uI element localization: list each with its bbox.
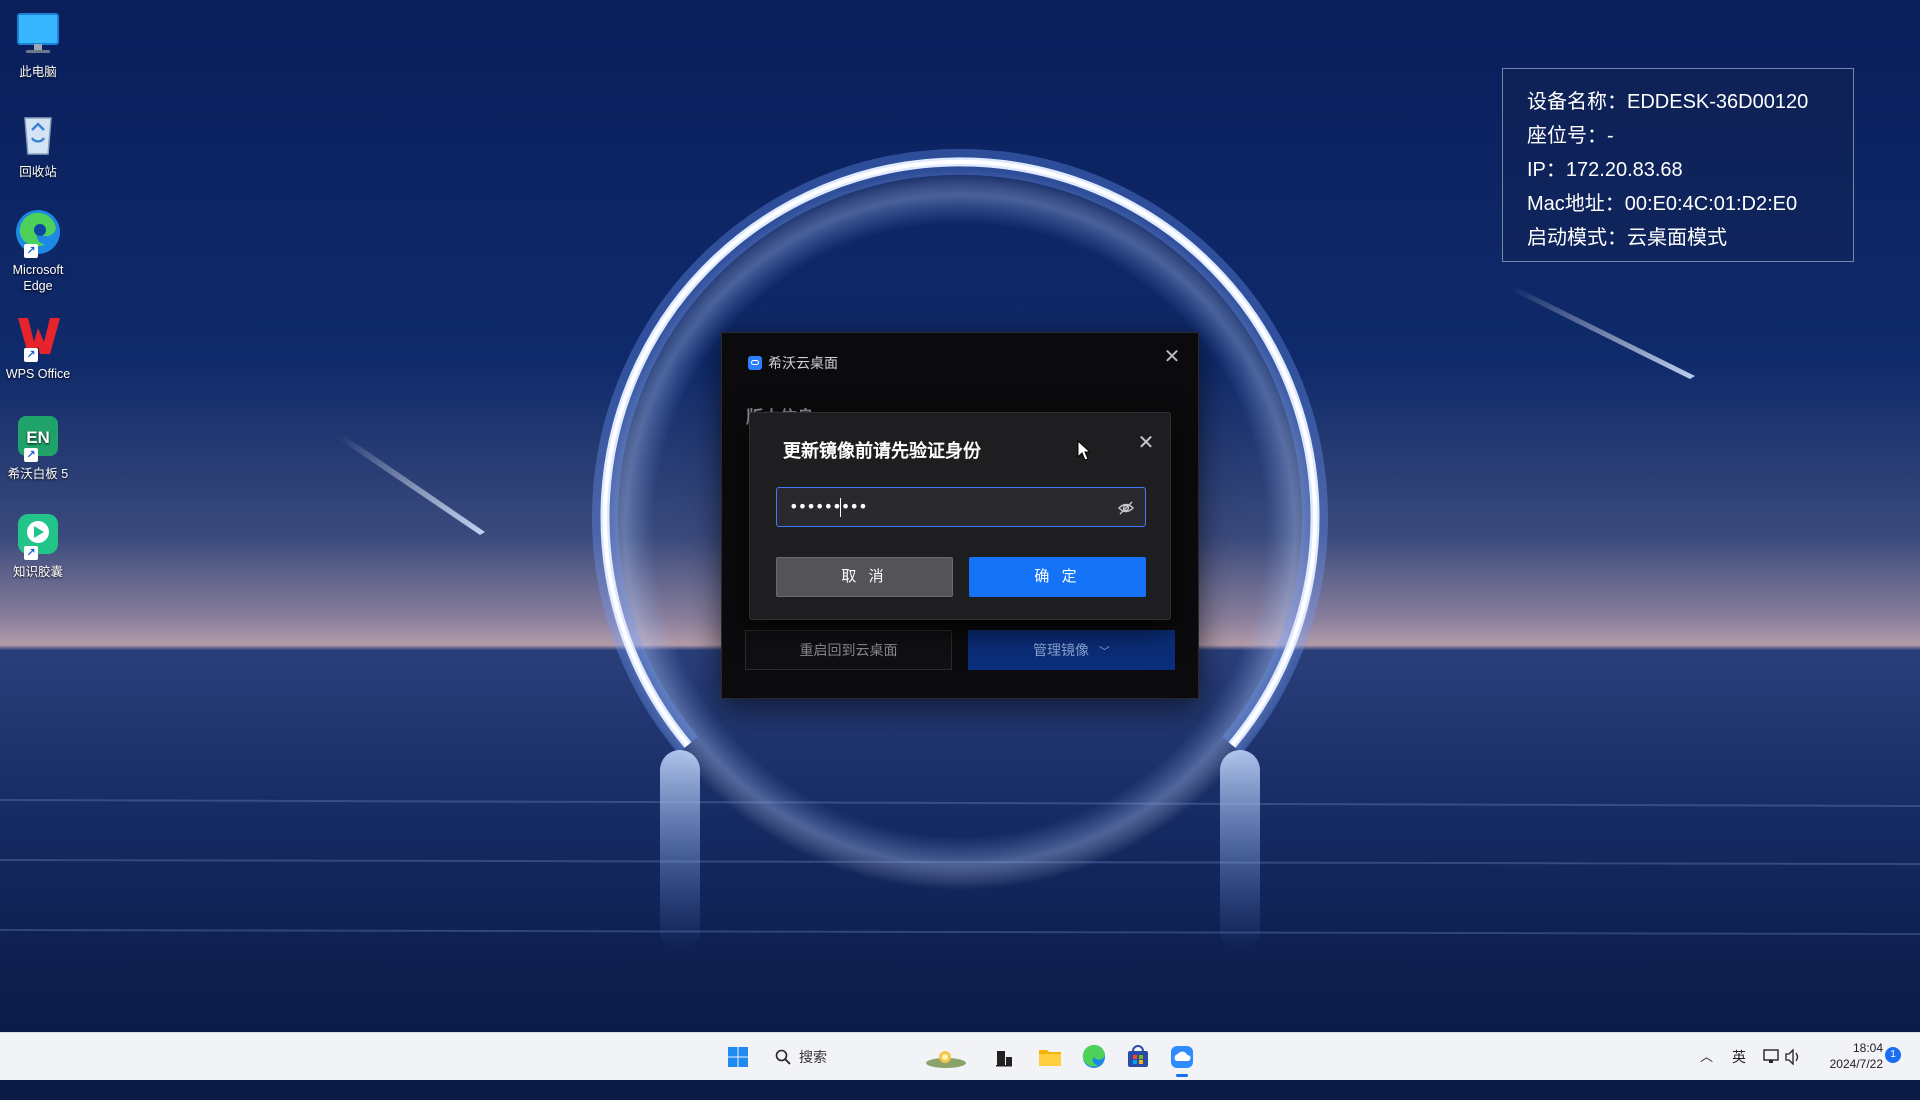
active-indicator: [1176, 1074, 1188, 1077]
window-title-text: 希沃云桌面: [768, 355, 838, 371]
auth-dialog: 更新镜像前请先验证身份 ✕ ••••••••• 取 消 确 定: [749, 412, 1171, 620]
window-close-button[interactable]: ✕: [1160, 345, 1184, 369]
taskbar: 搜索 ︿ 英 18:04 2024/7/22 1: [0, 1032, 1920, 1080]
shortcut-arrow-icon: ↗: [24, 244, 38, 258]
seat-number-text: 座位号：-: [1527, 125, 1614, 147]
taskbar-clock[interactable]: 18:04 2024/7/22: [1815, 1040, 1883, 1072]
recycle-bin-icon: [12, 108, 64, 160]
cloud-desktop-icon: [1171, 1046, 1193, 1068]
device-name-text: 设备名称：EDDESK-36D00120: [1527, 91, 1809, 113]
desktop-icon-label: 希沃白板 5: [7, 467, 69, 481]
taskbar-seewo-cloud-desktop[interactable]: [1164, 1039, 1200, 1077]
desktop-icon-label: 回收站: [19, 165, 57, 179]
desktop-icon-this-pc[interactable]: 此电脑: [0, 8, 76, 80]
chevron-down-icon: ﹀: [1098, 646, 1110, 658]
shortcut-arrow-icon: ↗: [24, 448, 38, 462]
en-badge-text: EN: [26, 428, 50, 447]
folder-icon: [1039, 1050, 1061, 1066]
network-volume-icons: [1763, 1048, 1799, 1066]
taskbar-store[interactable]: [1120, 1039, 1156, 1075]
search-highlight-icon: [926, 1051, 966, 1068]
dialog-title: 更新镜像前请先验证身份: [783, 441, 981, 461]
seewo-whiteboard-icon: EN ↗: [12, 410, 64, 462]
dialog-close-button[interactable]: ✕: [1134, 431, 1158, 455]
windows-logo-icon: [728, 1047, 748, 1067]
taskbar-search[interactable]: 搜索: [765, 1040, 975, 1074]
manage-image-button[interactable]: 管理镜像 ﹀: [968, 630, 1175, 670]
desktop-icon-seewo-whiteboard[interactable]: EN ↗ 希沃白板 5: [0, 410, 76, 482]
app-logo-icon: [748, 356, 762, 370]
network-icon: [1763, 1049, 1779, 1061]
ip-address-text: IP：172.20.83.68: [1527, 159, 1683, 181]
desktop-icon-recycle-bin[interactable]: 回收站: [0, 108, 76, 180]
eye-slash-icon[interactable]: [1117, 499, 1135, 517]
shortcut-arrow-icon: ↗: [24, 348, 38, 362]
desktop-icon-label: Microsoft Edge: [12, 263, 64, 293]
desktop-icon-wps[interactable]: ↗ WPS Office: [0, 310, 76, 382]
desktop-icon-edge[interactable]: ↗ Microsoft Edge: [0, 206, 76, 294]
knowledge-capsule-icon: ↗: [12, 508, 64, 560]
chevron-up-icon: ︿: [1700, 1049, 1714, 1064]
clock-time: 18:04: [1852, 1041, 1883, 1055]
notification-badge[interactable]: 1: [1885, 1047, 1901, 1063]
task-view-icon: [996, 1051, 1012, 1067]
desktop-icon-knowledge-capsule[interactable]: ↗ 知识胶囊: [0, 508, 76, 580]
volume-icon: [1785, 1048, 1794, 1066]
show-hidden-icons-button[interactable]: ︿: [1700, 1033, 1713, 1081]
ime-indicator[interactable]: 英: [1732, 1033, 1746, 1081]
network-volume-group[interactable]: [1762, 1033, 1804, 1081]
store-icon: [1128, 1045, 1148, 1067]
clock-date: 2024/7/22: [1829, 1057, 1883, 1071]
password-value: •••••••••: [789, 497, 868, 516]
start-button[interactable]: [720, 1039, 756, 1075]
password-input[interactable]: •••••••••: [776, 487, 1146, 527]
desktop-icon-label: 知识胶囊: [12, 565, 63, 579]
device-info-panel: 设备名称：EDDESK-36D00120 座位号：- IP：172.20.83.…: [1502, 68, 1854, 262]
search-placeholder: 搜索: [799, 1049, 827, 1065]
manage-image-label: 管理镜像: [1033, 642, 1090, 658]
window-title: 希沃云桌面: [748, 353, 838, 373]
edge-icon: [1082, 1044, 1105, 1068]
mouse-cursor-icon: [1077, 440, 1091, 461]
wps-office-icon: ↗: [12, 310, 64, 362]
search-icon: [775, 1049, 791, 1065]
monitor-icon: [12, 8, 64, 60]
confirm-button[interactable]: 确 定: [969, 557, 1146, 597]
taskbar-edge[interactable]: [1076, 1039, 1112, 1075]
restart-to-cloud-desktop-button[interactable]: 重启回到云桌面: [745, 630, 952, 670]
desktop-icon-label: WPS Office: [5, 367, 71, 381]
desktop-icon-label: 此电脑: [19, 65, 57, 79]
text-caret: [840, 498, 841, 517]
cancel-button[interactable]: 取 消: [776, 557, 953, 597]
taskbar-file-explorer[interactable]: [1032, 1039, 1068, 1075]
shortcut-arrow-icon: ↗: [24, 546, 38, 560]
boot-mode-text: 启动模式：云桌面模式: [1527, 227, 1727, 249]
edge-icon: ↗: [12, 206, 64, 258]
mac-address-text: Mac地址：00:E0:4C:01:D2:E0: [1527, 193, 1798, 215]
task-view-button[interactable]: [986, 1039, 1022, 1075]
